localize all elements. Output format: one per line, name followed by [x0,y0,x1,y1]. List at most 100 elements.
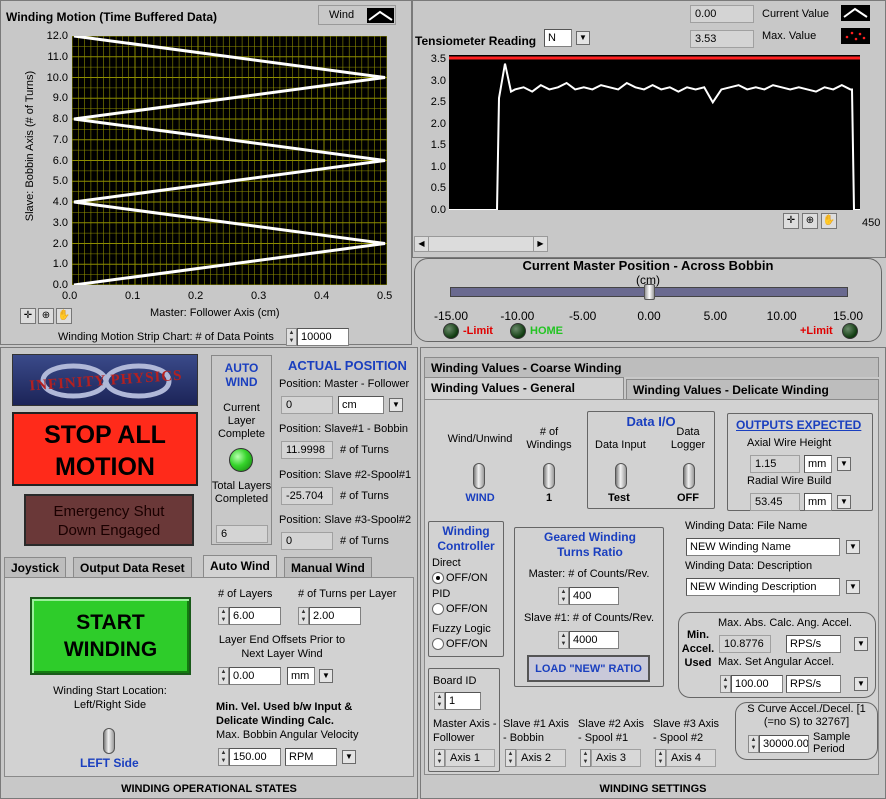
layer-end-unit-dropdown-icon[interactable]: ▼ [319,669,333,683]
description-input[interactable]: NEW Winding Description [686,578,840,596]
pos-slave1-label: Position: Slave#1 - Bobbin [279,423,409,435]
layer-end-unit-select[interactable]: mm [287,667,315,685]
pos-slave2-label: Position: Slave #2-Spool#1 [279,469,412,481]
max-set-unit-select[interactable]: RPS/s [786,675,841,693]
slave3-axis-stepper[interactable]: ▲ ▼ [655,749,666,767]
tab-output-data-reset[interactable]: Output Data Reset [73,557,192,577]
master-position-thumb[interactable] [644,284,655,300]
max-bobbin-unit-dropdown-icon[interactable]: ▼ [342,750,356,764]
tension-xmax-label: 450 [862,217,881,229]
master-position-slider[interactable] [450,284,848,300]
axial-unit-select[interactable]: mm [804,455,832,473]
position-tick: 5.00 [703,309,727,323]
tab-coarse-winding[interactable]: Winding Values - Coarse Winding [424,357,879,377]
radial-unit-select[interactable]: mm [804,493,832,511]
tension-scrollbar[interactable]: ◀ ▶ [414,236,548,252]
board-id-stepper[interactable]: ▲ ▼ [434,692,445,710]
max-bobbin-stepper[interactable]: ▲ ▼ [218,748,229,766]
data-input-toggle[interactable] [615,463,627,489]
layer-end-stepper[interactable]: ▲ ▼ [218,667,229,685]
layer-end-input[interactable]: 0.00 [229,667,281,685]
data-logger-toggle[interactable] [683,463,695,489]
zoom-icon[interactable]: ⊕ [38,308,54,324]
slave1-axis-stepper[interactable]: ▲ ▼ [505,749,516,767]
board-id-input[interactable]: 1 [445,692,481,710]
position-tick: 15.00 [832,309,864,323]
wind-unwind-toggle[interactable] [473,463,485,489]
stop-all-motion-label: STOP ALL MOTION [44,421,166,481]
stop-all-motion-button[interactable]: STOP ALL MOTION [12,412,198,486]
points-stepper[interactable]: ▲ ▼ [286,328,297,346]
max-set-stepper[interactable]: ▲ ▼ [720,675,731,693]
master-position-title: Current Master Position - Across Bobbin [522,258,774,273]
tension-crosshair-icon[interactable]: ✛ [783,213,799,229]
max-bobbin-input[interactable]: 150.00 [229,748,281,766]
turns-per-layer-label: # of Turns per Layer [298,588,397,600]
direct-offon: OFF/ON [446,572,488,584]
tab-manual-wind[interactable]: Manual Wind [284,557,372,577]
num-windings-toggle[interactable] [543,463,555,489]
file-name-dropdown-icon[interactable]: ▼ [846,540,860,554]
slave-counts-input[interactable]: 4000 [569,631,619,649]
scroll-right-icon[interactable]: ▶ [533,237,547,251]
slave-counts-stepper[interactable]: ▲ ▼ [558,631,569,649]
master-axis-label: Master Axis - Follower [433,718,497,744]
max-abs-unit-dropdown-icon[interactable]: ▼ [854,637,868,651]
tension-pan-hand-icon[interactable]: ✋ [821,213,837,229]
master-axis-stepper[interactable]: ▲ ▼ [434,749,445,767]
slave3-axis-select[interactable]: Axis 4 [666,749,716,767]
motion-xtick: 0.4 [314,290,330,302]
start-winding-button[interactable]: START WINDING [30,597,191,675]
pos-master-unit-select[interactable]: cm [338,396,384,414]
num-layers-input[interactable]: 6.00 [229,607,281,625]
motion-ytick: 11.0 [47,50,68,63]
num-layers-stepper[interactable]: ▲ ▼ [218,607,229,625]
turns-per-layer-stepper[interactable]: ▲ ▼ [298,607,309,625]
outputs-expected-title: OUTPUTS EXPECTED [736,418,862,432]
start-location-label: Winding Start Location: Left/Right Side [53,685,167,711]
load-new-ratio-button[interactable]: LOAD "NEW" RATIO [527,655,650,682]
start-side-toggle[interactable] [103,728,115,754]
master-counts-input[interactable]: 400 [569,587,619,605]
start-winding-label: START WINDING [63,611,158,661]
pan-hand-icon[interactable]: ✋ [56,308,72,324]
max-set-input[interactable]: 100.00 [731,675,783,693]
turns-per-layer-input[interactable]: 2.00 [309,607,361,625]
max-value-display: 3.53 [690,30,754,48]
file-name-input[interactable]: NEW Winding Name [686,538,840,556]
max-abs-unit-select[interactable]: RPS/s [786,635,841,653]
master-axis-select[interactable]: Axis 1 [445,749,495,767]
pos-master-unit-dropdown-icon[interactable]: ▼ [389,398,403,412]
radial-unit-dropdown-icon[interactable]: ▼ [837,495,851,509]
tension-unit-dropdown-icon[interactable]: ▼ [576,31,590,45]
crosshair-icon[interactable]: ✛ [20,308,36,324]
tension-zoom-icon[interactable]: ⊕ [802,213,818,229]
description-dropdown-icon[interactable]: ▼ [846,580,860,594]
direct-radio[interactable] [432,572,444,584]
pid-offon: OFF/ON [446,603,488,615]
slave3-axis-label: Slave #3 Axis - Spool #2 [653,718,720,744]
axial-unit-dropdown-icon[interactable]: ▼ [837,457,851,471]
tab-auto-wind[interactable]: Auto Wind [203,555,277,577]
tension-unit-select[interactable]: N [544,29,572,47]
max-set-unit-dropdown-icon[interactable]: ▼ [854,677,868,691]
tab-delicate-winding[interactable]: Winding Values - Delicate Winding [626,379,879,399]
fuzzy-radio[interactable] [432,638,444,650]
slave2-axis-select[interactable]: Axis 3 [591,749,641,767]
master-counts-stepper[interactable]: ▲ ▼ [558,587,569,605]
tab-joystick[interactable]: Joystick [4,557,67,577]
radial-label: Radial Wire Build [747,475,832,487]
pid-radio[interactable] [432,603,444,615]
scurve-input[interactable]: 30000.00 [759,735,809,753]
slave2-axis-stepper[interactable]: ▲ ▼ [580,749,591,767]
points-input[interactable]: 10000 [297,328,349,346]
max-bobbin-unit-select[interactable]: RPM [285,748,337,766]
motion-ytick: 12.0 [46,30,68,42]
scurve-stepper[interactable]: ▲ ▼ [748,735,759,753]
position-tick: 0.00 [637,309,661,323]
slave1-axis-select[interactable]: Axis 2 [516,749,566,767]
slave2-axis-label: Slave #2 Axis - Spool #1 [578,718,645,744]
scroll-left-icon[interactable]: ◀ [415,237,429,251]
num-windings-label: # of Windings [526,426,572,451]
tab-general[interactable]: Winding Values - General [424,377,624,399]
